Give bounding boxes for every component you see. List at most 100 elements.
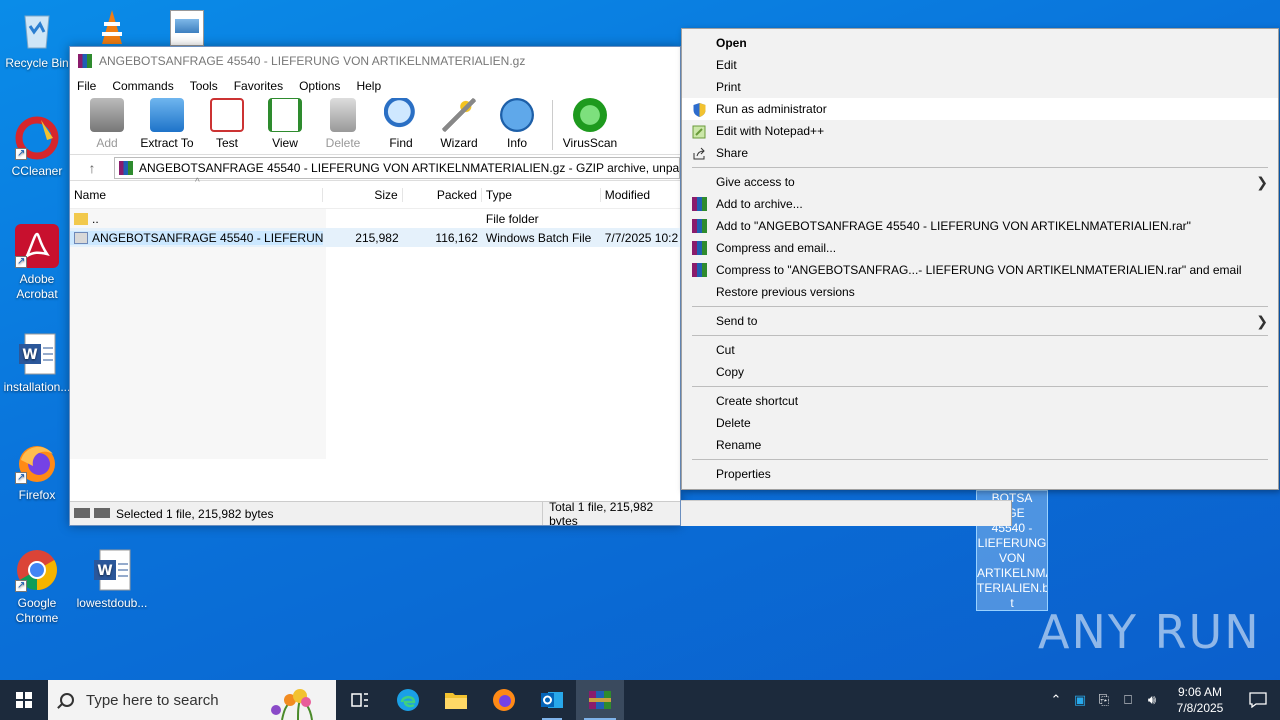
desktop-icon-word-doc[interactable]: W installation... xyxy=(1,332,73,395)
row-type: File folder xyxy=(485,211,539,226)
sort-arrow-icon: ^ xyxy=(195,177,200,188)
svg-text:W: W xyxy=(97,563,112,579)
desktop-icon-firefox[interactable]: Firefox xyxy=(1,440,73,503)
desktop-icon-lowestdoub[interactable]: W lowestdoub... xyxy=(76,548,148,611)
outlook-tray-icon[interactable]: ▣ xyxy=(1068,692,1092,708)
status-total: Total 1 file, 215,982 bytes xyxy=(549,499,654,526)
menu-item-print[interactable]: Print xyxy=(682,76,1278,98)
menu-item-properties[interactable]: Properties xyxy=(682,463,1278,485)
taskbar-edge[interactable] xyxy=(384,680,432,720)
column-packed[interactable]: Packed xyxy=(403,187,482,202)
vlc-icon[interactable] xyxy=(92,8,132,46)
search-highlight-image xyxy=(262,684,334,720)
column-type[interactable]: Type xyxy=(482,187,601,202)
menu-item-edit-with-notepadpp[interactable]: Edit with Notepad++ xyxy=(682,120,1278,142)
wizard-button[interactable]: Wizard xyxy=(430,98,488,154)
taskbar-search-box[interactable]: Type here to search xyxy=(48,680,336,720)
word-document-icon: W xyxy=(15,332,59,376)
folder-icon xyxy=(74,212,88,225)
desktop-icon-label: lowestdoub... xyxy=(76,596,148,610)
notification-button[interactable] xyxy=(1236,680,1280,720)
word-document-icon: W xyxy=(90,548,134,592)
status-bar: Selected 1 file, 215,982 bytes Total 1 f… xyxy=(70,499,680,526)
clock[interactable]: 9:06 AM 7/8/2025 xyxy=(1164,684,1236,716)
menu-item-add-to-rar[interactable]: Add to "ANGEBOTSANFRAGE 45540 - LIEFERUN… xyxy=(682,215,1278,237)
menu-commands[interactable]: Commands xyxy=(112,79,173,93)
menu-item-delete[interactable]: Delete xyxy=(682,412,1278,434)
context-menu[interactable]: Open Edit Print Run as administrator Edi… xyxy=(681,28,1279,490)
up-arrow-icon[interactable]: ↑ xyxy=(70,160,114,176)
archive-path-field[interactable]: ANGEBOTSANFRAGE 45540 - LIEFERUNG VON AR… xyxy=(114,156,680,179)
uac-shield-icon xyxy=(692,102,707,117)
menu-separator xyxy=(692,459,1268,460)
info-button[interactable]: Info xyxy=(488,98,546,154)
menu-separator xyxy=(692,386,1268,387)
anyrun-watermark: ANY RUN xyxy=(1038,605,1261,659)
table-row[interactable]: ANGEBOTSANFRAGE 45540 - LIEFERUNG V... 2… xyxy=(70,228,680,247)
winrar-window[interactable]: ANGEBOTSANFRAGE 45540 - LIEFERUNG VON AR… xyxy=(69,46,681,526)
recycle-bin-icon xyxy=(15,8,59,52)
chevron-up-icon[interactable]: ⌃ xyxy=(1044,692,1068,708)
test-icon xyxy=(210,98,244,132)
winrar-icon xyxy=(692,197,707,211)
menu-item-give-access-to[interactable]: Give access to ❯ xyxy=(682,171,1278,193)
winrar-icon xyxy=(692,263,707,277)
test-button[interactable]: Test xyxy=(198,98,256,154)
image-file-icon[interactable] xyxy=(170,10,204,46)
menu-item-create-shortcut[interactable]: Create shortcut xyxy=(682,390,1278,412)
file-list[interactable]: .. File folder ANGEBOTSANFRAGE 45540 - L… xyxy=(70,209,680,459)
menu-item-copy[interactable]: Copy xyxy=(682,361,1278,383)
desktop-icon-google-chrome[interactable]: Google Chrome xyxy=(1,548,73,626)
taskbar-firefox[interactable] xyxy=(480,680,528,720)
menu-item-edit[interactable]: Edit xyxy=(682,54,1278,76)
add-label: Add xyxy=(96,136,118,150)
virusscan-button[interactable]: VirusScan xyxy=(559,98,621,154)
taskbar-file-explorer[interactable] xyxy=(432,680,480,720)
menu-item-compress-to-rar-and-email[interactable]: Compress to "ANGEBOTSANFRAG...- LIEFERUN… xyxy=(682,259,1278,281)
row-type: Windows Batch File xyxy=(485,230,592,245)
menu-item-compress-and-email[interactable]: Compress and email... xyxy=(682,237,1278,259)
menu-item-share[interactable]: Share xyxy=(682,142,1278,164)
add-button[interactable]: Add xyxy=(78,98,136,154)
menu-item-rename[interactable]: Rename xyxy=(682,434,1278,456)
menu-help[interactable]: Help xyxy=(356,79,381,93)
menu-item-send-to[interactable]: Send to ❯ xyxy=(682,310,1278,332)
shortcut-arrow-icon xyxy=(15,578,27,593)
network-icon[interactable]: ⎕ xyxy=(1116,692,1140,708)
menu-item-restore-previous-versions[interactable]: Restore previous versions xyxy=(682,281,1278,303)
menu-file[interactable]: File xyxy=(77,79,96,93)
taskbar-winrar[interactable] xyxy=(576,680,624,720)
usb-icon[interactable]: ⎘ xyxy=(1092,692,1116,708)
taskbar-outlook[interactable] xyxy=(528,680,576,720)
desktop-icon-recycle-bin[interactable]: Recycle Bin xyxy=(1,8,73,71)
row-name: ANGEBOTSANFRAGE 45540 - LIEFERUNG V... xyxy=(92,230,324,245)
menu-item-add-to-archive[interactable]: Add to archive... xyxy=(682,193,1278,215)
menu-item-cut[interactable]: Cut xyxy=(682,339,1278,361)
extract-icon xyxy=(150,98,184,132)
column-modified[interactable]: Modified xyxy=(601,188,680,202)
window-titlebar[interactable]: ANGEBOTSANFRAGE 45540 - LIEFERUNG VON AR… xyxy=(70,47,680,75)
view-button[interactable]: View xyxy=(256,98,314,154)
menu-separator xyxy=(692,335,1268,336)
find-icon xyxy=(384,98,418,132)
desktop-icon-adobe-acrobat[interactable]: Adobe Acrobat xyxy=(1,224,73,302)
extract-to-button[interactable]: Extract To xyxy=(136,98,198,154)
menu-item-run-as-administrator[interactable]: Run as administrator xyxy=(682,98,1278,120)
find-label: Find xyxy=(389,136,413,150)
search-icon xyxy=(60,693,74,707)
menu-item-open[interactable]: Open xyxy=(682,32,1278,54)
column-size[interactable]: Size xyxy=(323,187,403,202)
find-button[interactable]: Find xyxy=(372,98,430,154)
delete-button[interactable]: Delete xyxy=(314,98,372,154)
table-row[interactable]: .. File folder xyxy=(70,209,680,228)
drive-icon xyxy=(74,508,110,518)
task-view-button[interactable] xyxy=(336,680,384,720)
menu-favorites[interactable]: Favorites xyxy=(234,79,283,93)
column-name[interactable]: Name xyxy=(70,187,324,202)
desktop-icon-ccleaner[interactable]: CCleaner xyxy=(1,116,73,179)
virusscan-label: VirusScan xyxy=(562,136,618,150)
start-button[interactable] xyxy=(0,680,48,720)
volume-icon[interactable]: 🔊︎ xyxy=(1140,692,1164,708)
menu-options[interactable]: Options xyxy=(299,79,340,93)
menu-tools[interactable]: Tools xyxy=(190,79,218,93)
